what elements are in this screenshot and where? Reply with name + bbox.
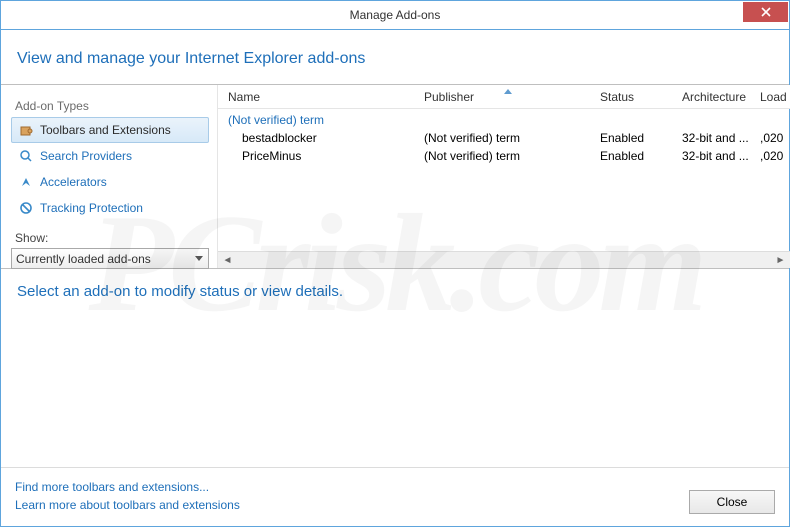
- cell-status: Enabled: [600, 131, 682, 145]
- cell-load: ,020: [760, 131, 790, 145]
- search-icon: [18, 148, 34, 164]
- col-header-publisher-label: Publisher: [424, 90, 474, 104]
- page-subtitle: View and manage your Internet Explorer a…: [1, 30, 789, 84]
- list-body: (Not verified) term bestadblocker (Not v…: [218, 109, 790, 251]
- window-body: View and manage your Internet Explorer a…: [0, 30, 790, 527]
- show-label: Show:: [15, 231, 209, 245]
- horizontal-scrollbar[interactable]: ◄ ►: [218, 251, 790, 268]
- footer: Find more toolbars and extensions... Lea…: [1, 467, 789, 526]
- cell-load: ,020: [760, 149, 790, 163]
- col-header-name[interactable]: Name: [224, 90, 420, 104]
- table-row[interactable]: bestadblocker (Not verified) term Enable…: [224, 129, 790, 147]
- titlebar: Manage Add-ons: [0, 0, 790, 30]
- cell-publisher: (Not verified) term: [424, 131, 600, 145]
- col-header-load[interactable]: Load: [756, 90, 786, 104]
- col-header-architecture[interactable]: Architecture: [678, 90, 756, 104]
- sort-asc-icon: [504, 89, 512, 94]
- close-icon: [761, 7, 771, 17]
- show-dropdown[interactable]: Currently loaded add-ons: [11, 248, 209, 269]
- cell-status: Enabled: [600, 149, 682, 163]
- window-close-button[interactable]: [743, 2, 788, 22]
- sidebar-item-label: Tracking Protection: [40, 201, 143, 215]
- window-title: Manage Add-ons: [1, 8, 789, 22]
- close-button[interactable]: Close: [689, 490, 775, 514]
- sidebar-item-label: Toolbars and Extensions: [40, 123, 171, 137]
- link-find-more[interactable]: Find more toolbars and extensions...: [15, 478, 240, 496]
- puzzle-icon: [18, 122, 34, 138]
- column-headers: Name Publisher Status Architecture Load: [218, 85, 790, 109]
- col-header-status[interactable]: Status: [596, 90, 678, 104]
- cell-publisher: (Not verified) term: [424, 149, 600, 163]
- sidebar: Add-on Types Toolbars and Extensions Sea…: [1, 85, 217, 268]
- group-header: (Not verified) term: [224, 111, 790, 129]
- col-header-publisher[interactable]: Publisher: [420, 90, 596, 104]
- link-learn-more[interactable]: Learn more about toolbars and extensions: [15, 496, 240, 514]
- addon-types-label: Add-on Types: [15, 99, 209, 113]
- sidebar-item-accelerators[interactable]: Accelerators: [11, 169, 209, 195]
- table-row[interactable]: PriceMinus (Not verified) term Enabled 3…: [224, 147, 790, 165]
- cell-architecture: 32-bit and ...: [682, 149, 760, 163]
- cell-name: bestadblocker: [228, 131, 424, 145]
- accelerator-icon: [18, 174, 34, 190]
- dropdown-value: Currently loaded add-ons: [16, 252, 151, 266]
- scroll-right-icon[interactable]: ►: [773, 254, 788, 267]
- cell-architecture: 32-bit and ...: [682, 131, 760, 145]
- sidebar-item-toolbars-extensions[interactable]: Toolbars and Extensions: [11, 117, 209, 143]
- sidebar-item-label: Accelerators: [40, 175, 107, 189]
- scroll-left-icon[interactable]: ◄: [220, 254, 235, 267]
- footer-links: Find more toolbars and extensions... Lea…: [15, 478, 240, 514]
- cell-name: PriceMinus: [228, 149, 424, 163]
- addons-list-panel: Name Publisher Status Architecture Load …: [217, 85, 790, 268]
- sidebar-item-label: Search Providers: [40, 149, 132, 163]
- block-icon: [18, 200, 34, 216]
- detail-prompt: Select an add-on to modify status or vie…: [1, 269, 789, 314]
- sidebar-item-search-providers[interactable]: Search Providers: [11, 143, 209, 169]
- sidebar-item-tracking-protection[interactable]: Tracking Protection: [11, 195, 209, 221]
